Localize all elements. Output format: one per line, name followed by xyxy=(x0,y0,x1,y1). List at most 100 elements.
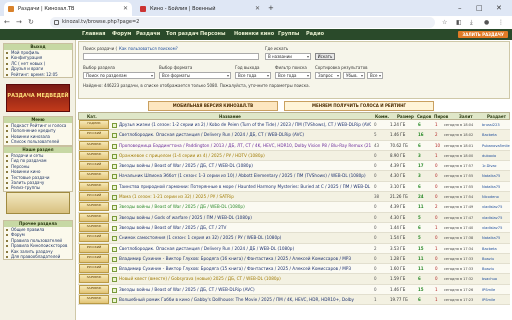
close-tab-icon[interactable]: ✕ xyxy=(123,2,128,16)
popcorn-banner[interactable] xyxy=(6,192,70,214)
category-badge[interactable]: РУССКИЙ xyxy=(79,130,109,140)
main-menu-link[interactable]: Релиз-группы xyxy=(4,185,72,190)
uploader-link[interactable]: Bacbeta xyxy=(482,244,510,254)
filter-select[interactable]: Все года xyxy=(275,72,311,79)
torrent-title-link[interactable]: Светлобородик. Опасная дистанция / Deliv… xyxy=(119,244,371,254)
search-input[interactable] xyxy=(83,53,259,60)
torrent-title-link[interactable]: Таинства природной гармонии: Потерянные … xyxy=(119,182,371,192)
new-tab-icon[interactable]: + xyxy=(268,2,274,14)
category-badge[interactable]: РУССКИЙ xyxy=(79,264,109,274)
reload-icon[interactable]: ↻ xyxy=(28,17,34,28)
close-window-icon[interactable]: ✕ xyxy=(496,2,502,14)
order-select[interactable]: Убыв. xyxy=(343,72,365,79)
uploader-link[interactable]: Boaziu xyxy=(482,254,510,264)
minimize-icon[interactable]: – xyxy=(458,2,462,14)
torrent-title-link[interactable]: Звезды войны / Beast of War / 2025 / ДБ … xyxy=(119,202,371,212)
close-tab-icon[interactable]: ✕ xyxy=(255,2,260,16)
uploader-link[interactable]: vladislav75 xyxy=(482,202,510,212)
url-field[interactable]: kinozal.tv/browse.php?page=2 xyxy=(50,17,435,28)
torrent-title-link[interactable]: Светлобородик. Опасная дистанция / Deliv… xyxy=(119,130,371,140)
promo-poster[interactable]: РАЗДАЧА МЕДВЕДЕЙ xyxy=(6,84,70,112)
menu-icon[interactable]: ⋮ xyxy=(498,18,504,27)
category-badge[interactable]: ЗАРУБЕЖ xyxy=(79,222,109,232)
back-icon[interactable]: ← xyxy=(4,17,10,28)
uploader-link[interactable]: 1r.Divac xyxy=(482,161,510,171)
browser-tab-active[interactable]: Раздачи | Кинозал.ТВ ✕ xyxy=(4,2,132,16)
category-select[interactable]: Поиск по разделам xyxy=(83,72,155,79)
browser-tab[interactable]: Кино - Бойлия | Военный ✕ xyxy=(136,2,264,16)
uploader-link[interactable]: Natalka75 xyxy=(482,182,510,192)
uploader-link[interactable]: Nicodeno xyxy=(482,192,510,202)
uploader-link[interactable]: bsachuo xyxy=(482,274,510,284)
torrent-title-link[interactable]: Друзья жизни (1 сезон: 1-2 серии из 2) /… xyxy=(119,120,371,130)
nav-new-movies[interactable]: Новинки кино xyxy=(234,29,274,40)
torrent-title-link[interactable]: Владимир Сухинин - Виктор Глухов: Бродяг… xyxy=(119,254,371,264)
uploader-link[interactable]: vladislav75 xyxy=(482,213,510,223)
nav-home[interactable]: Главная xyxy=(82,29,105,40)
category-badge[interactable]: ЗАРУБЕЖ xyxy=(79,150,109,160)
star-icon[interactable]: ☆ xyxy=(442,18,447,27)
uploader-link[interactable]: brussi223 xyxy=(482,120,510,130)
category-badge[interactable]: ЗАРУБЕЖ xyxy=(79,212,109,222)
torrent-title-link[interactable]: Начальник Шпиона Эббот (1 сезон: 1-3 сер… xyxy=(119,171,371,181)
uploader-link[interactable]: duboxio xyxy=(482,151,510,161)
category-badge[interactable]: ЗАРУБЕЖ xyxy=(79,140,109,150)
rules-link[interactable]: Для правообладателей xyxy=(4,254,72,259)
promo-rating[interactable]: МЕНЯЕМ ПОЛУЧИТЬ ГОЛОСА И РЕЙТИНГ xyxy=(284,101,434,111)
uploader-link[interactable]: Natalka75 xyxy=(482,171,510,181)
forward-icon[interactable]: → xyxy=(16,17,22,28)
sort-select[interactable]: Запрос xyxy=(315,72,341,79)
category-badge[interactable]: РУССКИЙ xyxy=(79,161,109,171)
category-badge[interactable]: ЗАРУБЕЖ xyxy=(79,202,109,212)
uploader-link[interactable]: Pubanova5mile xyxy=(482,141,510,151)
category-badge[interactable]: РУССКИЙ xyxy=(79,233,109,243)
uploader-link[interactable]: Natalka75 xyxy=(482,233,510,243)
format-select[interactable]: Все форматы xyxy=(159,72,231,79)
category-badge[interactable]: РУССКИЙ xyxy=(79,192,109,202)
category-badge[interactable]: ЗАРУБЕЖ xyxy=(79,171,109,181)
search-button[interactable]: Искать xyxy=(315,53,335,60)
search-help-link[interactable]: Как пользоваться поиском? xyxy=(119,46,178,51)
maximize-icon[interactable]: □ xyxy=(476,2,483,14)
menu-link[interactable]: Список пользователей xyxy=(4,139,72,144)
uploader-link[interactable]: Bacbeta xyxy=(482,130,510,140)
torrent-title-link[interactable]: Звезды войны / Beast of War / 2025 / ДБ,… xyxy=(119,285,371,295)
uploader-link[interactable]: IPSmile xyxy=(482,285,510,295)
torrent-title-link[interactable]: Снимок самостояния (1 сезон: 1 серия из … xyxy=(119,233,371,243)
category-badge[interactable]: РУССКИЙ xyxy=(79,243,109,253)
torrent-title-link[interactable]: Звезды войны / Gods of warfare / 2025 / … xyxy=(119,213,371,223)
torrent-title-link[interactable]: Владимир Сухинин - Виктор Глухов: Бродяг… xyxy=(119,264,371,274)
upload-button[interactable]: ЗАЛИТЬ РАЗДАЧУ xyxy=(458,31,508,38)
category-badge[interactable]: ПАДЛИК xyxy=(79,120,109,129)
category-badge[interactable]: ЗАРУБЕЖ xyxy=(79,284,109,294)
nav-persons[interactable]: Персоны xyxy=(200,29,226,40)
torrent-title-link[interactable]: Оранжевое с прицелом (1-4 серии из 4) / … xyxy=(119,151,371,161)
category-badge[interactable]: РУССКИЙ xyxy=(79,253,109,263)
uploader-link[interactable]: vladislav75 xyxy=(482,223,510,233)
size-value: 3.53 ГБ xyxy=(390,245,406,251)
where-select[interactable]: В названии xyxy=(265,53,311,60)
uploader-link[interactable]: Boaziu xyxy=(482,264,510,274)
download-icon[interactable]: ⤓ xyxy=(470,18,473,27)
torrent-title-link[interactable]: Проповедница Бэддингтона / Paddington / … xyxy=(119,141,371,151)
category-badge[interactable]: ЗАРУБЕЖ xyxy=(79,181,109,191)
torrent-title-link[interactable]: Мама (1 сезон: 1-21 серии из 32) / 2025 … xyxy=(119,192,371,202)
category-badge[interactable]: ЗАРУБЕЖ xyxy=(79,295,109,305)
torrent-title-link[interactable]: Новый квест (вместе) / Gobsyrava (новые)… xyxy=(119,274,371,284)
group-select[interactable]: Все xyxy=(367,72,383,79)
nav-top[interactable]: Топ раздач xyxy=(166,29,199,40)
extensions-icon[interactable]: ◧ xyxy=(456,18,462,27)
uploader-link[interactable]: IPSmile xyxy=(482,295,510,305)
nav-radio[interactable]: Радио xyxy=(306,29,324,40)
nav-browse[interactable]: Раздачи xyxy=(136,29,160,40)
nav-forum[interactable]: Форум xyxy=(112,29,131,40)
torrent-status-icon xyxy=(112,133,117,139)
promo-mobile[interactable]: МОБИЛЬНАЯ ВЕРСИЯ КИНОЗАЛ.ТВ xyxy=(148,101,278,111)
torrent-title-link[interactable]: Звезды войны / Beast of War / 2025 / ДБ,… xyxy=(119,161,371,171)
nav-groups[interactable]: Группы xyxy=(278,29,299,40)
torrent-title-link[interactable]: Звезды войны / Beast of War / 2025 / ДБ,… xyxy=(119,223,371,233)
profile-icon[interactable]: ● xyxy=(484,18,489,27)
year-select[interactable]: Все года xyxy=(235,72,271,79)
category-badge[interactable]: ЗАРУБЕЖ xyxy=(79,274,109,284)
torrent-title-link[interactable]: Волшебный ромик Габби в кино / Gabby's D… xyxy=(119,295,371,305)
